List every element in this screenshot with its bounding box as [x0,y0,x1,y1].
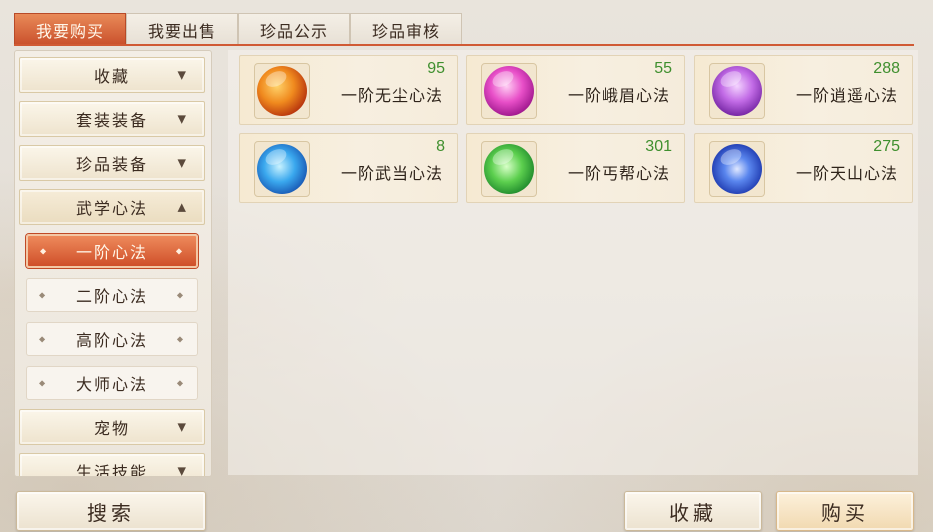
item-icon-frame [254,141,310,197]
dot-icon: ◆ [39,378,48,388]
subcategory-label: 一阶心法 [75,243,148,262]
item-card-emei[interactable]: 55 一阶峨眉心法 [466,55,685,125]
item-count: 8 [436,138,445,155]
purple-lotus-icon [712,66,762,116]
dot-icon: ◆ [176,378,185,388]
item-count: 95 [427,60,445,77]
dot-icon: ◆ [176,290,185,300]
category-treasure-equipment[interactable]: 珍品装备 ▼ [19,145,205,181]
item-name: 一阶逍遥心法 [795,86,898,105]
tab-underline [14,44,914,46]
category-martial-arts[interactable]: 武学心法 ▲ [19,189,205,225]
item-name: 一阶武当心法 [340,164,443,183]
chevron-down-icon: ▼ [177,112,188,126]
subcategory-master[interactable]: ◆ 大师心法 ◆ [26,366,198,400]
chevron-down-icon: ▼ [177,68,188,82]
category-label: 套装装备 [75,111,148,130]
category-label: 宠物 [93,419,130,438]
item-icon-frame [481,63,537,119]
item-count: 288 [873,60,900,77]
item-icon-frame [481,141,537,197]
item-icon-frame [709,63,765,119]
subcategory-advanced[interactable]: ◆ 高阶心法 ◆ [26,322,198,356]
item-name: 一阶峨眉心法 [567,86,670,105]
item-name: 一阶天山心法 [795,164,898,183]
subcategory-tier1[interactable]: ◆ 一阶心法 ◆ [26,234,198,268]
tab-treasure-public[interactable]: 珍品公示 [238,13,350,45]
category-pets[interactable]: 宠物 ▼ [19,409,205,445]
item-name: 一阶无尘心法 [340,86,443,105]
dot-icon: ◆ [176,334,185,344]
blue-fighter-icon [257,144,307,194]
item-card-wuchen[interactable]: 95 一阶无尘心法 [239,55,458,125]
subcategory-label: 高阶心法 [75,331,148,350]
subcategory-label: 二阶心法 [75,287,148,306]
item-count: 301 [645,138,672,155]
subcategory-tier2[interactable]: ◆ 二阶心法 ◆ [26,278,198,312]
item-icon-frame [254,63,310,119]
top-tab-bar: 我要购买 我要出售 珍品公示 珍品审核 [14,13,462,45]
item-card-gaibang[interactable]: 301 一阶丐帮心法 [466,133,685,203]
dot-icon: ◆ [39,290,48,300]
search-button[interactable]: 搜索 [16,491,206,531]
dot-icon: ◆ [40,246,49,256]
fire-sword-icon [257,66,307,116]
item-card-wudang[interactable]: 8 一阶武当心法 [239,133,458,203]
green-staff-icon [484,144,534,194]
chevron-down-icon: ▼ [177,156,188,170]
item-icon-frame [709,141,765,197]
item-grid: 95 一阶无尘心法 55 一阶峨眉心法 288 一阶逍遥心法 8 一阶武当心法 … [228,50,918,475]
item-card-xiaoyao[interactable]: 288 一阶逍遥心法 [694,55,913,125]
tab-sell[interactable]: 我要出售 [126,13,238,45]
favorite-button[interactable]: 收藏 [624,491,762,531]
item-count: 275 [873,138,900,155]
category-label: 珍品装备 [75,155,148,174]
category-label: 武学心法 [75,199,148,218]
chevron-up-icon: ▲ [177,200,188,214]
category-label: 收藏 [93,67,130,86]
chevron-down-icon: ▼ [177,464,188,477]
tab-buy[interactable]: 我要购买 [14,13,126,45]
dot-icon: ◆ [39,334,48,344]
tab-treasure-review[interactable]: 珍品审核 [350,13,462,45]
pink-dancer-icon [484,66,534,116]
item-count: 55 [654,60,672,77]
item-card-tianshan[interactable]: 275 一阶天山心法 [694,133,913,203]
category-set-equipment[interactable]: 套装装备 ▼ [19,101,205,137]
category-sidebar[interactable]: 收藏 ▼ 套装装备 ▼ 珍品装备 ▼ 武学心法 ▲ ◆ 一阶心法 ◆ ◆ 二阶心… [14,50,212,477]
blue-swirl-icon [712,144,762,194]
category-life-skills[interactable]: 生活技能 ▼ [19,453,205,477]
dot-icon: ◆ [175,246,184,256]
chevron-down-icon: ▼ [177,420,188,434]
category-label: 生活技能 [75,463,148,477]
buy-button[interactable]: 购买 [776,491,914,531]
category-favorites[interactable]: 收藏 ▼ [19,57,205,93]
item-name: 一阶丐帮心法 [567,164,670,183]
subcategory-label: 大师心法 [75,375,148,394]
